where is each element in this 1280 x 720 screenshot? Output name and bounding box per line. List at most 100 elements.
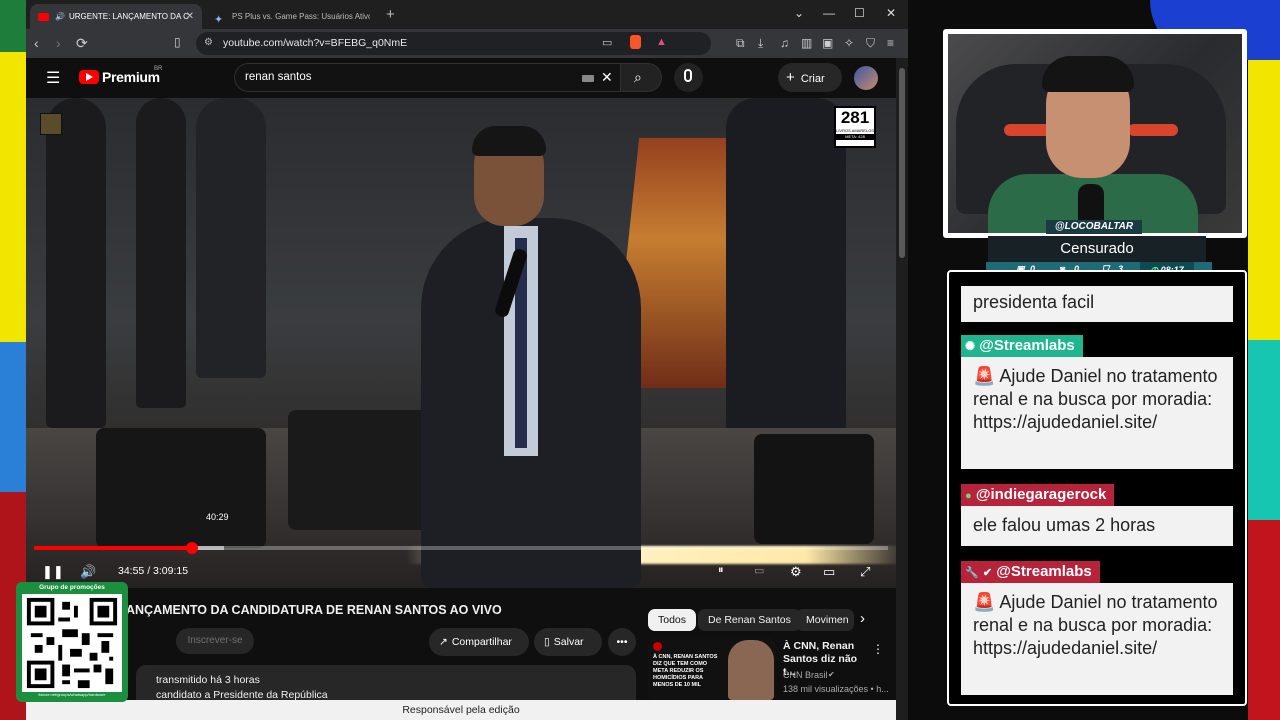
- site-info-icon[interactable]: ⚙: [204, 37, 213, 48]
- brave-shield-icon[interactable]: [630, 35, 641, 49]
- scrollbar-thumb[interactable]: [899, 68, 905, 258]
- video-title: ANÇAMENTO DA CANDIDATURA DE RENAN SANTOS…: [126, 603, 502, 617]
- chat-message: presidenta facil: [961, 286, 1233, 322]
- keyboard-icon[interactable]: [582, 75, 594, 82]
- captions-icon[interactable]: ▭: [754, 564, 764, 577]
- stage-monitor: [96, 428, 266, 548]
- theater-mode-icon[interactable]: ▭: [823, 564, 835, 580]
- save-button[interactable]: ▯ Salvar: [534, 628, 602, 656]
- minimize-icon[interactable]: —: [823, 6, 835, 20]
- streamer-hair: [1042, 56, 1134, 92]
- chat-username: @indiegaragerock: [975, 486, 1107, 503]
- chat-user-tag: ✺ @Streamlabs: [961, 335, 1083, 357]
- tab-gemini[interactable]: ✦ PS Plus vs. Game Pass: Usuários Ativos…: [206, 4, 378, 29]
- background-person: [726, 98, 846, 458]
- window-close-icon[interactable]: ✕: [886, 6, 896, 20]
- wallet-icon[interactable]: ▣: [822, 36, 833, 50]
- background-person: [136, 98, 186, 408]
- recommendation-menu-icon[interactable]: ⋮: [872, 642, 884, 656]
- cast-icon[interactable]: ▭: [602, 36, 612, 49]
- chat-username: @Streamlabs: [979, 337, 1075, 354]
- progress-scrubber[interactable]: [186, 542, 198, 554]
- create-label: Criar: [800, 73, 825, 85]
- sidebar-icon[interactable]: ▥: [801, 36, 812, 50]
- brave-rewards-icon[interactable]: ▲: [656, 36, 667, 48]
- menu-icon[interactable]: ≡: [887, 36, 894, 50]
- search-icon: ⌕: [634, 69, 642, 85]
- gemini-sparkle-icon: ✦: [214, 13, 224, 26]
- bg-stripe-green: [0, 0, 26, 52]
- webcam-video: [948, 34, 1242, 233]
- forward-icon[interactable]: ›: [56, 35, 61, 51]
- description-line-1: transmitido há 3 horas: [156, 674, 260, 686]
- voice-search-button[interactable]: [674, 63, 703, 92]
- streamlabs-icon: ✺: [965, 339, 976, 353]
- more-actions-button[interactable]: •••: [608, 628, 636, 656]
- chat-username: @Streamlabs: [996, 563, 1092, 580]
- recommendation-views: 138 mil visualizações • h...: [783, 684, 889, 694]
- verified-icon: ✔: [828, 670, 835, 679]
- close-tab-icon[interactable]: ✕: [186, 11, 194, 22]
- tab-youtube[interactable]: 🔊 URGENTE: LANÇAMENTO DA CANDIDATURA ✕: [30, 4, 202, 29]
- maximize-icon[interactable]: ☐: [854, 6, 865, 20]
- tab-strip: 🔊 URGENTE: LANÇAMENTO DA CANDIDATURA ✕ ✦…: [26, 0, 908, 29]
- video-player[interactable]: 281 LIVROS AMARELOS META: 428 40:29 ❚❚ 🔊…: [26, 98, 896, 588]
- share-label: Compartilhar: [451, 636, 512, 648]
- clear-search-icon[interactable]: ✕: [601, 69, 613, 86]
- chip-moviment[interactable]: Movimen: [796, 609, 854, 631]
- chat-message-text: 🚨 Ajude Daniel no tratamento renal e na …: [973, 366, 1218, 432]
- bg-stripe-right-red: [1248, 520, 1280, 720]
- chip-from-channel[interactable]: De Renan Santos: [698, 609, 801, 631]
- subscribe-button[interactable]: Inscrever-se: [176, 628, 254, 654]
- fullscreen-icon[interactable]: ⤢: [860, 564, 870, 580]
- chat-message: 🚨 Ajude Daniel no tratamento renal e na …: [961, 583, 1233, 695]
- pause-icon[interactable]: ❚❚: [42, 564, 64, 580]
- chevron-right-icon[interactable]: ›: [860, 610, 865, 627]
- microphone-icon: [684, 69, 692, 82]
- recommendation-channel[interactable]: CNN Brasil: [783, 670, 828, 680]
- cnn-logo-icon: [653, 642, 662, 651]
- bookmark-icon[interactable]: ▯: [174, 35, 181, 49]
- back-icon[interactable]: ‹: [34, 35, 39, 51]
- tab-search-icon[interactable]: ⌄: [794, 6, 804, 20]
- address-bar[interactable]: ⚙ youtube.com/watch?v=BFEBG_q0NmE ▭ ▲: [196, 32, 711, 55]
- thumbnail-text: À CNN, RENAN SANTOS DIZ QUE TEM COMO MET…: [653, 654, 718, 688]
- plus-icon: +: [786, 69, 795, 86]
- settings-gear-icon[interactable]: ⚙: [790, 564, 802, 580]
- search-button[interactable]: ⌕: [620, 63, 662, 92]
- reload-icon[interactable]: ⟳: [76, 35, 88, 52]
- download-icon[interactable]: ⤓: [758, 36, 763, 51]
- chat-message: ele falou umas 2 horas: [961, 506, 1233, 546]
- extensions-icon[interactable]: ⧉: [736, 36, 745, 51]
- media-icon[interactable]: ♫: [780, 36, 789, 50]
- verified-icon: ✔: [982, 567, 993, 579]
- current-time: 34:55: [118, 565, 145, 577]
- autoplay-toggle-icon[interactable]: ⏸: [718, 564, 724, 577]
- status-bar: Responsável pela edição: [26, 700, 896, 720]
- brand-label[interactable]: Premium: [102, 69, 160, 85]
- more-dots-icon: •••: [616, 636, 628, 648]
- page-scrollbar[interactable]: [896, 58, 908, 720]
- create-button[interactable]: + Criar: [778, 63, 842, 92]
- leo-ai-icon[interactable]: ✧: [844, 36, 854, 50]
- book-counter: 281 LIVROS AMARELOS META: 428: [834, 106, 876, 148]
- duration: 3:09:15: [153, 565, 189, 577]
- new-tab-button[interactable]: +: [386, 6, 395, 23]
- search-input[interactable]: renan santos ✕: [234, 63, 628, 92]
- youtube-logo-icon[interactable]: [79, 70, 99, 84]
- vpn-icon[interactable]: ⛉: [866, 36, 875, 51]
- chat-user-tag: ● @indiegaragerock: [961, 484, 1115, 506]
- chip-all[interactable]: Todos: [648, 609, 697, 631]
- qr-code-icon: [22, 594, 122, 692]
- avatar[interactable]: [854, 66, 878, 90]
- hover-timestamp: 40:29: [206, 512, 229, 522]
- volume-icon[interactable]: 🔊: [80, 564, 96, 580]
- menu-icon[interactable]: ☰: [46, 68, 60, 88]
- background-person: [196, 98, 266, 378]
- share-button[interactable]: ↗ Compartilhar: [429, 628, 529, 656]
- recommendation-thumbnail[interactable]: À CNN, RENAN SANTOS DIZ QUE TEM COMO MET…: [648, 638, 776, 700]
- youtube-page: ☰ Premium BR renan santos ✕ ⌕ + Criar 28…: [26, 58, 896, 720]
- chair-accent: [1128, 124, 1178, 136]
- promo-qr-card: Grupo de promoções itstore.net/groups/wh…: [16, 582, 128, 702]
- progress-played: [34, 546, 192, 550]
